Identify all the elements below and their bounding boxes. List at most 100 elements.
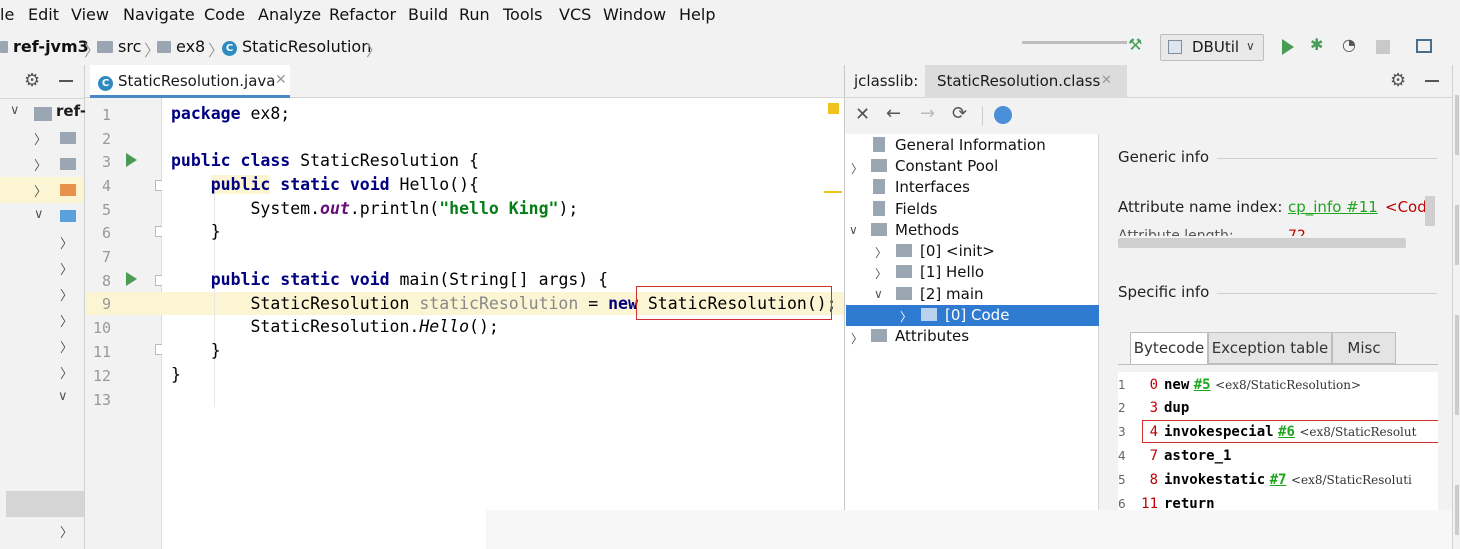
tab-static-resolution-java[interactable]: C StaticResolution.java ✕ xyxy=(90,65,290,98)
chevron-right-icon[interactable]: 〉 xyxy=(60,311,73,330)
bytecode-offset: 7 xyxy=(1149,448,1158,464)
chevron-right-icon[interactable]: 〉 xyxy=(900,308,912,325)
menu-analyze[interactable]: Analyze xyxy=(258,5,321,24)
tree-item-attributes[interactable]: Attributes xyxy=(871,327,969,345)
refresh-icon[interactable]: ⟳ xyxy=(952,103,967,124)
folder-icon xyxy=(60,158,76,170)
tab-exception-table[interactable]: Exception table xyxy=(1208,332,1332,364)
stop-icon[interactable] xyxy=(1376,40,1390,54)
project-root-label[interactable]: ref- xyxy=(56,102,86,120)
menu-window[interactable]: Window xyxy=(603,5,666,24)
tree-item-general-information[interactable]: General Information xyxy=(871,136,1046,154)
back-arrow-icon[interactable]: ← xyxy=(886,103,901,124)
line-number: 2 xyxy=(101,130,111,148)
close-icon[interactable]: ✕ xyxy=(275,72,287,88)
chevron-right-icon[interactable]: 〉 xyxy=(60,363,73,382)
tab-static-resolution-class[interactable]: StaticResolution.class ✕ xyxy=(925,65,1127,98)
chevron-right-icon[interactable]: 〉 xyxy=(851,330,863,347)
database-tool-button[interactable] xyxy=(1455,205,1459,265)
tab-misc[interactable]: Misc xyxy=(1332,332,1396,364)
chevron-down-icon[interactable]: ∨ xyxy=(10,103,20,118)
vertical-scrollbar[interactable] xyxy=(1425,196,1435,226)
menu-refactor[interactable]: Refactor xyxy=(329,5,396,24)
close-icon[interactable]: ✕ xyxy=(855,104,870,125)
selected-row[interactable] xyxy=(6,491,84,517)
folder-icon xyxy=(60,132,76,144)
chevron-right-icon[interactable]: 〉 xyxy=(34,181,47,200)
minimize-icon[interactable] xyxy=(59,80,73,82)
chevron-right-icon[interactable]: 〉 xyxy=(60,337,73,356)
breadcrumb-src[interactable]: src xyxy=(97,37,141,56)
debug-icon[interactable]: ✱ xyxy=(1310,35,1323,54)
chevron-right-icon[interactable]: 〉 xyxy=(60,285,73,304)
ant-tool-button[interactable] xyxy=(1455,95,1459,155)
menu-view[interactable]: View xyxy=(71,5,109,24)
breadcrumb-project[interactable]: ref-jvm3 xyxy=(0,37,89,56)
run-class-icon[interactable] xyxy=(126,153,137,167)
chevron-right-icon[interactable]: 〉 xyxy=(34,155,47,174)
minimize-icon[interactable] xyxy=(1425,80,1439,82)
jclasslib-title: jclasslib: xyxy=(854,72,919,90)
chevron-right-icon[interactable]: 〉 xyxy=(875,244,887,261)
coverage-icon[interactable]: ◔ xyxy=(1342,35,1356,54)
menu-help[interactable]: Help xyxy=(679,5,715,24)
run-main-icon[interactable] xyxy=(126,272,137,286)
chevron-right-icon[interactable]: 〉 xyxy=(60,233,73,252)
cp-info-link[interactable]: cp_info #11 xyxy=(1288,198,1378,216)
right-tool-strip xyxy=(1452,65,1460,549)
tree-item-method-init[interactable]: [0] <init> xyxy=(896,242,995,260)
build-hammer-icon[interactable]: ⚒ xyxy=(1128,35,1142,54)
globe-icon[interactable] xyxy=(994,106,1012,124)
warning-stripe[interactable] xyxy=(824,191,842,193)
tree-item-methods[interactable]: Methods xyxy=(871,221,959,239)
jclasslib-toolbar: ✕ ← → ⟳ xyxy=(844,98,1452,134)
toolbar-separator xyxy=(982,106,983,126)
code-line: StaticResolution.Hello(); xyxy=(171,317,499,336)
chevron-right-icon[interactable]: 〉 xyxy=(875,265,887,282)
bytecode-ref-link[interactable]: #7 xyxy=(1270,472,1287,488)
tree-item-code[interactable]: [0] Code xyxy=(921,306,1009,324)
run-icon[interactable] xyxy=(1282,39,1294,55)
chevron-down-icon[interactable]: ∨ xyxy=(874,287,883,301)
line-number: 7 xyxy=(101,248,111,266)
tree-item-interfaces[interactable]: Interfaces xyxy=(871,178,970,196)
jclasslib-tool-button[interactable] xyxy=(1455,485,1459,535)
chevron-right-icon[interactable]: 〉 xyxy=(34,129,47,148)
breadcrumb-package[interactable]: ex8 xyxy=(157,37,205,56)
forward-arrow-icon[interactable]: → xyxy=(920,103,935,124)
tree-item-fields[interactable]: Fields xyxy=(871,200,937,218)
tree-item-method-hello[interactable]: [1] Hello xyxy=(896,263,984,281)
horizontal-scrollbar[interactable] xyxy=(1118,238,1406,248)
gear-icon[interactable]: ⚙ xyxy=(1390,70,1406,91)
menu-tools[interactable]: Tools xyxy=(503,5,542,24)
close-icon[interactable]: ✕ xyxy=(1101,73,1112,88)
chevron-right-icon[interactable]: 〉 xyxy=(851,160,863,177)
warning-marker-icon[interactable] xyxy=(828,103,839,114)
chevron-down-icon[interactable]: ∨ xyxy=(849,223,858,237)
project-structure-icon[interactable] xyxy=(1416,39,1432,53)
breadcrumb-class[interactable]: C StaticResolution xyxy=(222,37,371,56)
menu-run[interactable]: Run xyxy=(459,5,490,24)
bytecode-tabs: Bytecode Exception table Misc xyxy=(1130,332,1438,364)
run-config-select[interactable]: DBUtil ∨ xyxy=(1160,34,1264,61)
line-number: 4 xyxy=(101,177,111,195)
chevron-right-icon[interactable]: 〉 xyxy=(60,259,73,278)
chevron-down-icon[interactable]: ∨ xyxy=(34,207,44,222)
bytecode-line-number: 6 xyxy=(1118,497,1126,511)
gear-icon[interactable]: ⚙ xyxy=(24,70,40,91)
menu-file[interactable]: le xyxy=(0,5,14,24)
menu-code[interactable]: Code xyxy=(204,5,245,24)
menu-build[interactable]: Build xyxy=(408,5,448,24)
menu-vcs[interactable]: VCS xyxy=(559,5,591,24)
bytecode-ref-link[interactable]: #5 xyxy=(1194,377,1211,393)
attribute-name-value: <Cod xyxy=(1385,198,1427,216)
tree-item-constant-pool[interactable]: Constant Pool xyxy=(871,157,998,175)
tree-item-method-main[interactable]: [2] main xyxy=(896,285,984,303)
menu-edit[interactable]: Edit xyxy=(28,5,59,24)
code-editor[interactable]: package ex8; public class StaticResoluti… xyxy=(162,98,844,549)
menu-navigate[interactable]: Navigate xyxy=(123,5,195,24)
chevron-down-icon[interactable]: ∨ xyxy=(58,389,68,404)
tab-bytecode[interactable]: Bytecode xyxy=(1130,332,1208,364)
chevron-right-icon[interactable]: 〉 xyxy=(60,522,73,541)
maven-tool-button[interactable] xyxy=(1455,315,1459,415)
